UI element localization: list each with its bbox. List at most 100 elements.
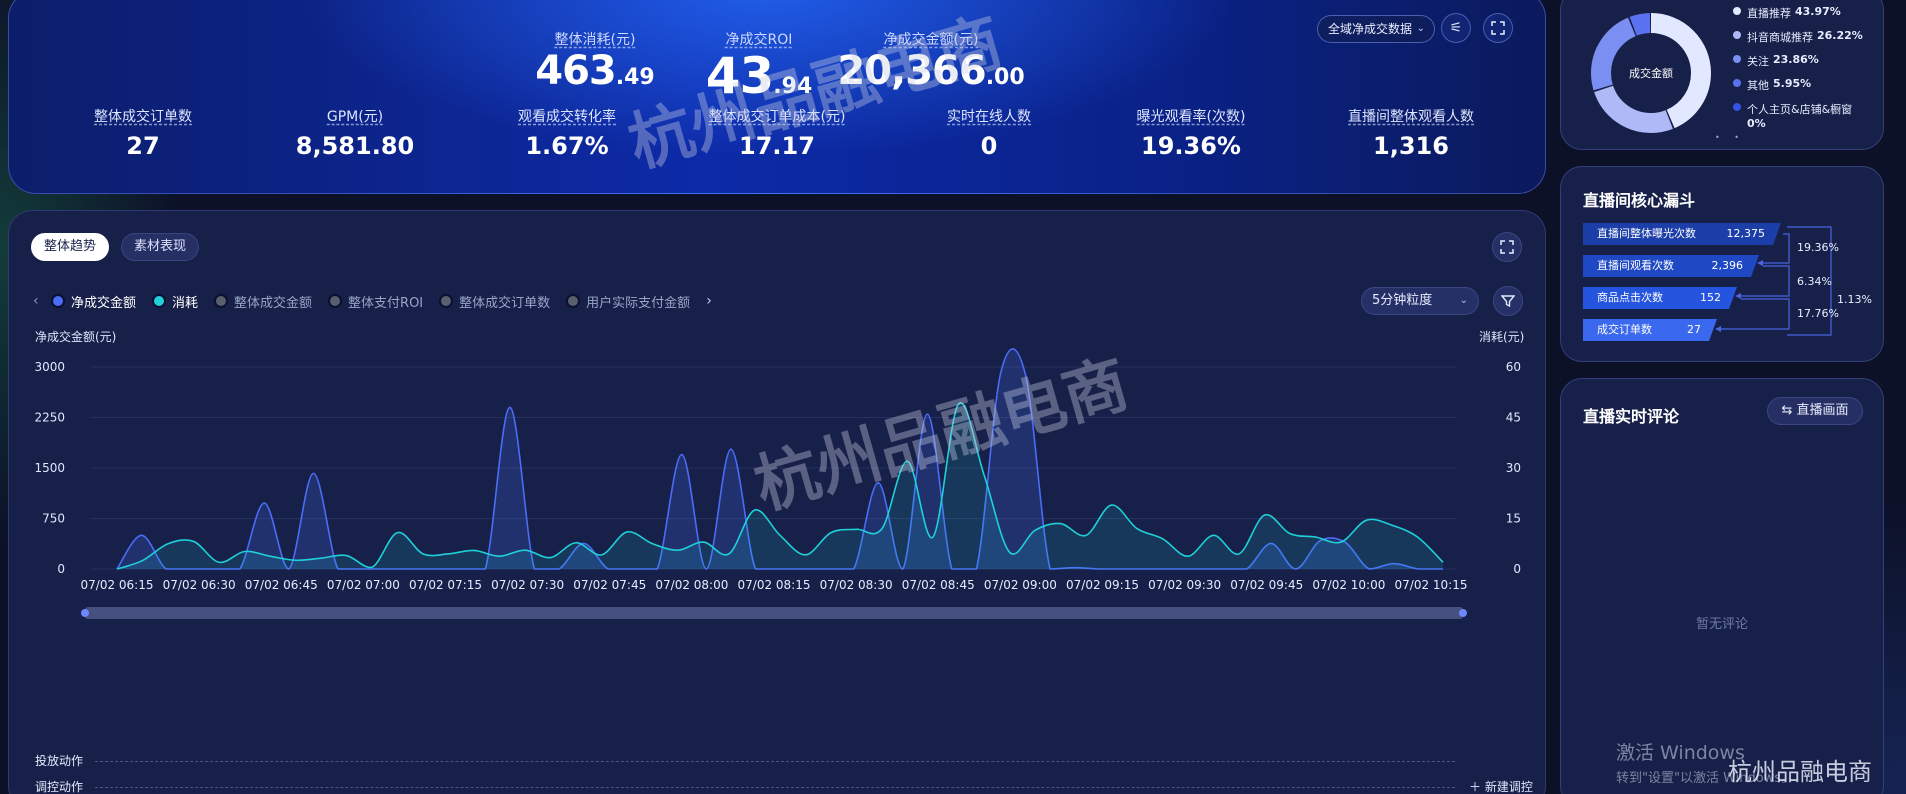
fullscreen-icon [1491, 21, 1505, 35]
kpi-value-dec: .94 [773, 74, 813, 99]
funnel-rate: 19.36% [1797, 241, 1839, 254]
pie-legend-item[interactable]: 直播推荐 43.97% [1733, 5, 1863, 21]
kpi-value: 17.17 [739, 132, 815, 160]
scope-select[interactable]: 全域净成交数据 ⌄ [1317, 15, 1435, 43]
y-tick-label-left: 0 [57, 562, 65, 576]
pie-center-label: 成交金额 [1629, 66, 1673, 80]
x-tick-label: 07/02 08:30 [820, 578, 893, 592]
x-tick-label: 07/02 06:30 [163, 578, 236, 592]
y-tick-label-left: 2250 [34, 411, 65, 425]
legend-dot [1733, 103, 1741, 111]
y-tick-label-right: 15 [1506, 512, 1521, 526]
kpi-value-dec: .49 [615, 65, 655, 90]
y-tick-label-right: 0 [1513, 562, 1521, 576]
pie-pager-dots[interactable]: • • [1715, 133, 1745, 142]
watermark-corner: 杭州品融电商 [1728, 758, 1872, 786]
comments-empty-state: 暂无评论 [1695, 617, 1748, 632]
kpi-order-cost: 整体成交订单成本(元) 17.17 [709, 106, 846, 160]
kpi-panel: 整体消耗(元) 463.49 净成交ROI 43.94 净成交金额(元) 20,… [8, 0, 1546, 194]
funnel-card: 直播间核心漏斗 直播间整体曝光次数 12,375 直播间观看次数 2,396 商… [1560, 166, 1884, 362]
legend-dot [1733, 79, 1741, 87]
y-tick-label-right: 45 [1506, 411, 1521, 425]
fullscreen-button[interactable] [1483, 13, 1513, 43]
x-tick-label: 07/02 08:00 [655, 578, 728, 592]
trend-chart: 0 750 1500 2250 3000 0 15 30 45 60 07/02 06:15 07/0… [34, 348, 1521, 619]
new-adjust-button[interactable]: ＋ 新建调控 [1469, 778, 1533, 794]
x-tick-label: 07/02 09:00 [984, 578, 1057, 592]
x-tick-label: 07/02 07:30 [491, 578, 564, 592]
x-tick-label: 07/02 08:45 [902, 578, 975, 592]
pie-legend-pct: 23.86% [1773, 53, 1819, 66]
x-tick-label: 07/02 06:15 [81, 578, 154, 592]
y-tick-label-left: 750 [42, 512, 65, 526]
sales-source-donut: 成交金额 [1591, 13, 1711, 133]
scope-select-value: 全域净成交数据 [1328, 22, 1413, 36]
settings-sliders-button[interactable]: ⚟ [1441, 13, 1471, 43]
live-view-toggle-button[interactable]: ⇆ 直播画面 [1767, 397, 1863, 425]
funnel-rate: 6.34% [1797, 275, 1832, 288]
pie-legend-item[interactable]: 其他 5.95% [1733, 77, 1863, 93]
kpi-net-roi: 净成交ROI 43.94 [706, 29, 813, 101]
kpi-value: 0 [980, 132, 998, 160]
comments-title: 直播实时评论 [1583, 407, 1680, 426]
action-row-line [95, 761, 1455, 762]
action-row-line [95, 787, 1455, 788]
kpi-orders: 整体成交订单数 27 [94, 106, 192, 160]
kpi-gpm: GPM(元) 8,581.80 [296, 106, 414, 160]
pie-legend: 直播推荐 43.97% 抖音商城推荐 26.22% 关注 23.86% 其他 5.95%… [1733, 5, 1863, 138]
zoom-slider-handle-right [1459, 609, 1467, 617]
kpi-value: 27 [126, 132, 160, 160]
kpi-net-gmv: 净成交金额(元) 20,366.00 [837, 29, 1024, 91]
pie-legend-name: 直播推荐 [1747, 7, 1791, 20]
kpi-label: 净成交ROI [725, 32, 793, 48]
kpi-label: 观看成交转化率 [518, 109, 616, 125]
x-tick-label: 07/02 10:00 [1312, 578, 1385, 592]
funnel-connectors [1715, 226, 1832, 336]
plus-icon: ＋ [1469, 780, 1482, 794]
kpi-exposure-view-rate: 曝光观看率(次数) 19.36% [1137, 106, 1246, 160]
chevron-down-icon: ⌄ [1416, 23, 1425, 34]
funnel-overall-rate: 1.13% [1837, 293, 1872, 306]
y-tick-label-left: 3000 [34, 360, 65, 374]
action-row-label-adjust: 调控动作 [35, 780, 84, 794]
pie-legend-pct: 5.95% [1773, 77, 1812, 90]
x-tick-label: 07/02 07:15 [409, 578, 482, 592]
pie-legend-pct: 26.22% [1817, 29, 1863, 42]
x-tick-label: 07/02 07:45 [573, 578, 646, 592]
kpi-value-int: 20,366 [837, 48, 986, 94]
new-adjust-label: 新建调控 [1484, 780, 1533, 794]
kpi-value-int: 463 [535, 48, 616, 94]
kpi-value: 19.36% [1141, 132, 1241, 160]
x-tick-label: 07/02 09:30 [1148, 578, 1221, 592]
x-tick-label: 07/02 09:15 [1066, 578, 1139, 592]
pie-legend-text: 个人主页&店铺&橱窗 0% [1747, 101, 1852, 130]
zoom-slider-track [85, 607, 1463, 619]
kpi-label: GPM(元) [326, 109, 384, 125]
kpi-label: 直播间整体观看人数 [1348, 109, 1474, 125]
pie-legend-pct: 0% [1747, 117, 1766, 130]
action-row-label-launch: 投放动作 [35, 754, 84, 768]
live-comments-card: 直播实时评论 ⇆ 直播画面 暂无评论 [1560, 378, 1884, 794]
zoom-slider-handle-left [81, 609, 89, 617]
kpi-value: 1.67% [525, 132, 609, 160]
pie-legend-item[interactable]: 个人主页&店铺&橱窗 0% [1733, 101, 1863, 130]
pie-legend-pct: 43.97% [1795, 5, 1841, 18]
kpi-label: 实时在线人数 [947, 109, 1031, 125]
legend-dot [1733, 55, 1741, 63]
pie-legend-item[interactable]: 抖音商城推荐 26.22% [1733, 29, 1863, 45]
kpi-total-cost: 整体消耗(元) 463.49 [535, 29, 654, 91]
pie-legend-item[interactable]: 关注 23.86% [1733, 53, 1863, 69]
kpi-label: 曝光观看率(次数) [1136, 109, 1246, 125]
pie-legend-name: 关注 [1747, 55, 1769, 68]
x-tick-label: 07/02 07:00 [327, 578, 400, 592]
pie-legend-name: 个人主页&店铺&橱窗 [1747, 103, 1853, 116]
y-tick-label-right: 60 [1506, 360, 1521, 374]
kpi-label: 整体成交订单数 [94, 109, 192, 125]
funnel-rate: 17.76% [1797, 307, 1839, 320]
pie-legend-name: 抖音商城推荐 [1747, 31, 1813, 44]
kpi-label: 净成交金额(元) [883, 32, 979, 48]
kpi-view-conversion: 观看成交转化率 1.67% [518, 106, 616, 160]
x-tick-label: 07/02 06:45 [245, 578, 318, 592]
y-tick-label-left: 1500 [34, 461, 65, 475]
y-tick-label-right: 30 [1506, 461, 1521, 475]
